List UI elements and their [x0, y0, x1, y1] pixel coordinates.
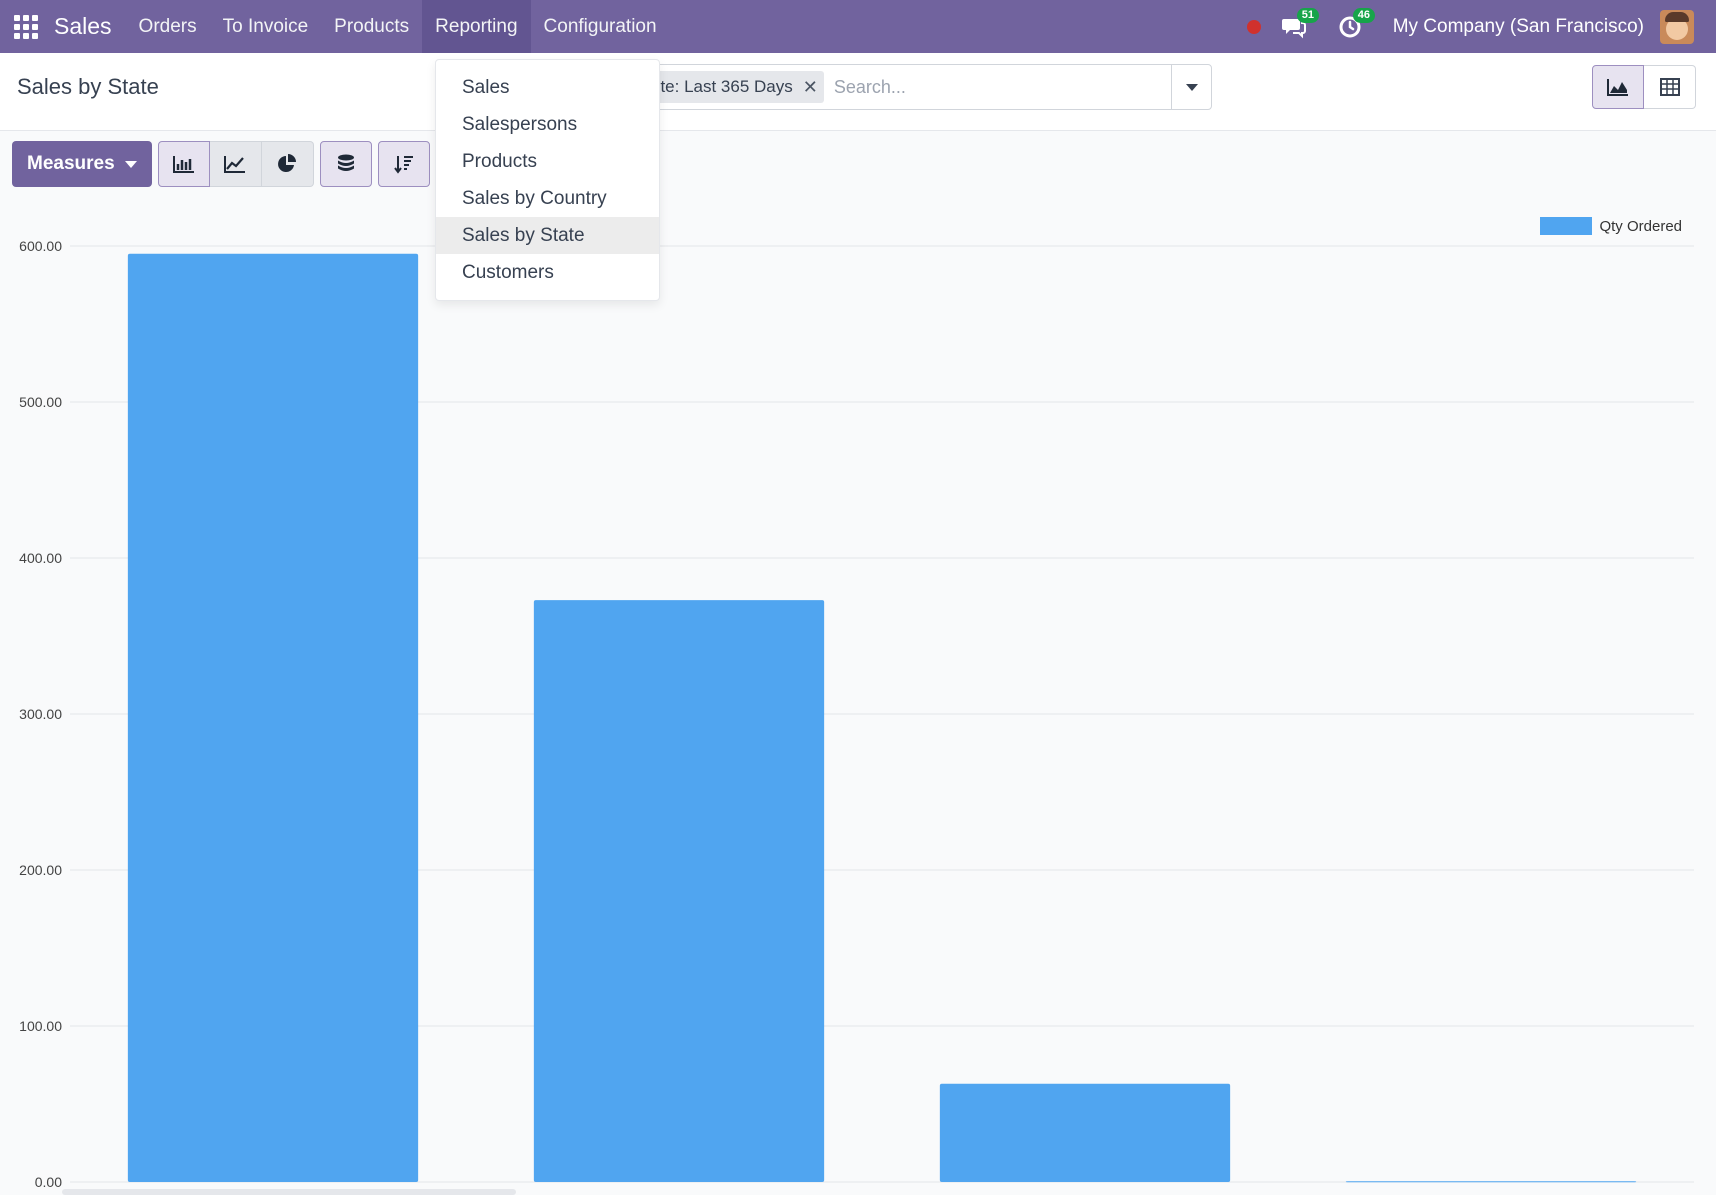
sort-descending-button[interactable]	[377, 141, 430, 187]
y-tick-label: 300.00	[19, 706, 62, 722]
bar-chart-icon	[172, 156, 194, 173]
pivot-view-button[interactable]	[1644, 65, 1696, 109]
y-tick-label: 200.00	[19, 862, 62, 878]
search-bar: nte: Last 365 Days ✕	[640, 64, 1212, 110]
database-icon	[337, 154, 354, 171]
menu-item-products[interactable]: Products	[436, 143, 659, 180]
y-tick-label: 0.00	[35, 1174, 62, 1190]
navbar-right: 51 46 My Company (San Francisco)	[1246, 0, 1716, 53]
caret-down-icon	[124, 160, 137, 168]
table-icon	[1659, 78, 1680, 96]
nav-to-invoice[interactable]: To Invoice	[210, 0, 322, 53]
search-input[interactable]	[833, 76, 1171, 98]
line-chart-icon	[224, 156, 246, 173]
chart-bar[interactable]	[127, 253, 419, 1183]
graph-view-button[interactable]	[1592, 65, 1644, 109]
line-chart-button[interactable]	[209, 141, 262, 187]
legend-swatch	[1540, 217, 1593, 235]
pie-chart-icon	[278, 154, 297, 172]
search-facet[interactable]: nte: Last 365 Days ✕	[643, 71, 824, 103]
messages-count-badge: 51	[1296, 7, 1319, 23]
apps-grid-icon[interactable]	[13, 14, 39, 40]
messages-button[interactable]: 51	[1281, 7, 1319, 40]
graph-toolbar: Measures	[12, 141, 430, 187]
legend-label: Qty Ordered	[1599, 217, 1682, 235]
horizontal-scrollbar[interactable]	[62, 1189, 516, 1195]
area-chart-icon	[1607, 79, 1628, 96]
caret-down-icon	[1185, 83, 1198, 91]
facet-label: nte: Last 365 Days	[651, 77, 793, 96]
menu-item-customers[interactable]: Customers	[436, 254, 659, 291]
menu-item-salespersons[interactable]: Salespersons	[436, 106, 659, 143]
measures-label: Measures	[27, 153, 115, 174]
y-tick-label: 600.00	[19, 238, 62, 254]
pie-chart-button[interactable]	[261, 141, 314, 187]
sort-descending-icon	[393, 156, 413, 174]
activities-count-badge: 46	[1352, 7, 1375, 23]
nav-configuration[interactable]: Configuration	[531, 0, 670, 53]
chart-bar[interactable]	[939, 1083, 1231, 1182]
nav-orders[interactable]: Orders	[126, 0, 210, 53]
control-panel: Sales by State nte: Last 365 Days ✕	[0, 53, 1716, 131]
bars	[127, 253, 1637, 1183]
reporting-dropdown-menu: Sales Salespersons Products Sales by Cou…	[435, 59, 660, 301]
remove-facet-icon[interactable]: ✕	[803, 77, 818, 98]
y-axis-ticks: 0.00 100.00 200.00 300.00 400.00 500.00 600.00	[19, 238, 62, 1190]
nav-products[interactable]: Products	[321, 0, 422, 53]
search-options-toggle[interactable]	[1171, 65, 1211, 109]
view-switcher	[1592, 65, 1696, 109]
chart-bar[interactable]	[1345, 1181, 1637, 1183]
activities-button[interactable]: 46	[1337, 7, 1375, 40]
measures-button[interactable]: Measures	[12, 141, 152, 187]
top-navbar: Sales Orders To Invoice Products Reporti…	[0, 0, 1716, 53]
menu-item-sales[interactable]: Sales	[436, 69, 659, 106]
page-title: Sales by State	[17, 74, 159, 99]
stacked-group	[319, 141, 372, 187]
stacked-button[interactable]	[319, 141, 372, 187]
y-tick-label: 100.00	[19, 1018, 62, 1034]
menu-item-sales-by-state[interactable]: Sales by State	[436, 217, 659, 254]
graph-area: 0.00 100.00 200.00 300.00 400.00 500.00 600.00…	[0, 190, 1716, 1195]
menu-item-sales-by-country[interactable]: Sales by Country	[436, 180, 659, 217]
chart-legend[interactable]: Qty Ordered	[1540, 217, 1682, 235]
bar-chart: 0.00 100.00 200.00 300.00 400.00 500.00 600.00	[19, 238, 1694, 1190]
status-dot-icon[interactable]	[1246, 19, 1261, 34]
app-brand[interactable]: Sales	[54, 13, 112, 40]
sort-group	[377, 141, 430, 187]
company-switcher[interactable]: My Company (San Francisco)	[1393, 16, 1644, 38]
chart-type-group	[157, 141, 314, 187]
y-tick-label: 400.00	[19, 550, 62, 566]
y-tick-label: 500.00	[19, 394, 62, 410]
chart-bar[interactable]	[533, 600, 825, 1182]
nav-reporting[interactable]: Reporting	[422, 0, 531, 53]
user-avatar[interactable]	[1660, 9, 1694, 44]
bar-chart-button[interactable]	[157, 141, 210, 187]
